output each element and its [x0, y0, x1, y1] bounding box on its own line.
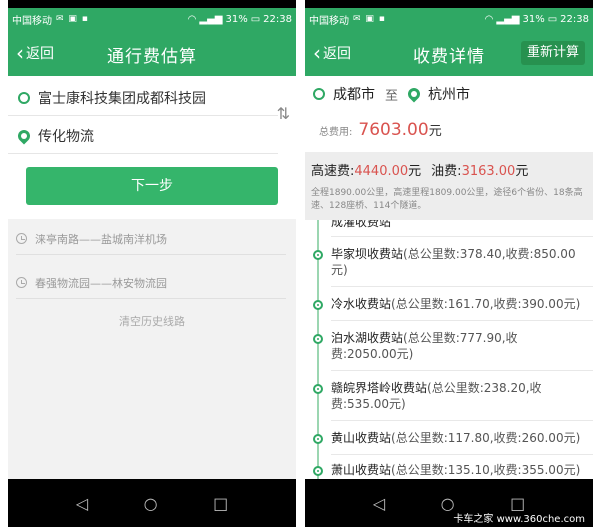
battery-icon: ▭ — [547, 13, 558, 25]
highway-label: 高速费: — [311, 164, 355, 179]
station-dot-icon — [313, 250, 323, 260]
highway-fee: 高速费:4440.00元 — [311, 160, 421, 179]
status-bar: 中国移动 ✉ ▣ ▪ ◠ ▂▄▆ 31% ▭ 22:38 — [8, 8, 296, 30]
battery-percent: 31% — [225, 13, 248, 25]
history-item-label: 春强物流园——林安物流园 — [35, 276, 167, 290]
history-list: 涞亭南路——盐城南洋机场 春强物流园——林安物流园 清空历史线路 — [8, 219, 296, 479]
nav-bar: ‹ 返回 收费详情 重新计算 — [305, 30, 593, 76]
divider — [331, 236, 593, 237]
fee-summary: 高速费:4440.00元 油费:3163.00元 全程1890.00公里，高速里… — [305, 152, 593, 220]
signal-icon: ▂▄▆ — [199, 13, 223, 25]
left-phone-screen: 中国移动 ✉ ▣ ▪ ◠ ▂▄▆ 31% ▭ 22:38 ‹ 返回 通行费估算 … — [8, 0, 296, 527]
station-detail: (总公里数:135.10,收费:355.00元) — [391, 463, 581, 477]
to-city: 杭州市 — [428, 87, 471, 103]
location-pin-icon — [405, 85, 423, 103]
recalculate-button[interactable]: 重新计算 — [520, 41, 585, 65]
divider — [331, 286, 593, 287]
station-name: 成灌收费站 — [331, 220, 392, 229]
total-fee: 总费用: 7603.00 元 — [305, 120, 593, 150]
station-dot-icon — [313, 300, 323, 310]
page-title: 通行费估算 — [107, 47, 197, 67]
toll-station-list: 成灌收费站 毕家坝收费站(总公里数:378.40,收费:850.00元) 冷水收… — [305, 220, 593, 479]
origin-ring-icon — [313, 88, 325, 100]
fee-details: 成都市 至 杭州市 总费用: 7603.00 元 高速费:4440.00元 油费… — [305, 76, 593, 479]
station-name: 毕家坝收费站 — [331, 247, 404, 261]
wifi-icon: ◠ — [187, 13, 197, 25]
signal-icon: ▂▄▆ — [496, 13, 520, 25]
station-name: 萧山收费站 — [331, 463, 392, 477]
station-item: 毕家坝收费站(总公里数:378.40,收费:850.00元) — [313, 246, 581, 278]
divider — [331, 420, 593, 421]
route-form: 富士康科技集团成都科技园 传化物流 ⇅ 下一步 涞亭南路——盐城南洋机场 春强物… — [8, 76, 296, 479]
station-item: 萧山收费站(总公里数:135.10,收费:355.00元) — [313, 462, 581, 478]
station-detail: (总公里数:161.70,收费:390.00元) — [391, 297, 581, 311]
station-name: 冷水收费站 — [331, 297, 392, 311]
history-item-label: 涞亭南路——盐城南洋机场 — [35, 232, 167, 246]
origin-field[interactable]: 富士康科技集团成都科技园 — [8, 80, 278, 116]
from-city: 成都市 — [333, 87, 375, 103]
notification-icons: ✉ ▣ ▪ — [56, 14, 89, 24]
fuel-value: 3163.00 — [461, 164, 516, 179]
back-triangle-icon[interactable]: ◁ — [373, 494, 385, 513]
clear-history-button[interactable]: 清空历史线路 — [8, 313, 296, 329]
route-summary: 成都市 至 杭州市 — [305, 76, 593, 112]
watermark: 卡车之家 www.360che.com — [453, 514, 585, 525]
station-item: 泊水湖收费站(总公里数:777.90,收费:2050.00元) — [313, 330, 581, 362]
divider — [331, 320, 593, 321]
highway-value: 4440.00 — [354, 164, 409, 179]
clock-time: 22:38 — [560, 13, 589, 25]
station-detail: (总公里数:117.80,收费:260.00元) — [391, 431, 581, 445]
back-triangle-icon[interactable]: ◁ — [76, 494, 88, 513]
station-item: 冷水收费站(总公里数:161.70,收费:390.00元) — [313, 296, 581, 312]
notification-icons: ✉ ▣ ▪ — [353, 14, 386, 24]
clock-icon — [16, 277, 27, 288]
station-dot-icon — [313, 384, 323, 394]
system-nav-bar: ◁ ○ □ — [8, 479, 296, 527]
station-dot-icon — [313, 466, 323, 476]
divider — [331, 454, 593, 455]
station-name: 泊水湖收费站 — [331, 331, 404, 345]
recent-square-icon[interactable]: □ — [213, 494, 228, 513]
battery-icon: ▭ — [250, 13, 261, 25]
clock-icon — [16, 233, 27, 244]
carrier-label: 中国移动 — [309, 15, 349, 27]
total-label: 总费用: — [319, 127, 353, 138]
station-dot-icon — [313, 334, 323, 344]
total-unit: 元 — [428, 124, 442, 139]
highway-unit: 元 — [408, 164, 422, 179]
station-item: 黄山收费站(总公里数:117.80,收费:260.00元) — [313, 430, 581, 446]
station-name: 赣皖界塔岭收费站 — [331, 381, 428, 395]
history-item[interactable]: 涞亭南路——盐城南洋机场 — [16, 223, 286, 255]
carrier-label: 中国移动 — [12, 15, 52, 27]
fuel-unit: 元 — [515, 164, 529, 179]
swap-icon[interactable]: ⇅ — [277, 104, 290, 123]
location-pin-icon — [15, 127, 33, 144]
station-dot-icon — [313, 434, 323, 444]
next-button[interactable]: 下一步 — [26, 167, 278, 205]
to-word: 至 — [385, 88, 399, 104]
right-phone-screen: 中国移动 ✉ ▣ ▪ ◠ ▂▄▆ 31% ▭ 22:38 ‹ 返回 收费详情 重… — [305, 0, 593, 527]
nav-bar: ‹ 返回 通行费估算 — [8, 30, 296, 76]
route-note: 全程1890.00公里，高速里程1809.00公里，途径6个省份、18条高速、1… — [311, 188, 583, 211]
clock-time: 22:38 — [263, 13, 292, 25]
destination-field[interactable]: 传化物流 — [8, 118, 278, 154]
destination-text: 传化物流 — [38, 128, 94, 145]
origin-text: 富士康科技集团成都科技园 — [38, 90, 206, 107]
home-circle-icon[interactable]: ○ — [144, 494, 158, 513]
history-item[interactable]: 春强物流园——林安物流园 — [16, 267, 286, 299]
wifi-icon: ◠ — [484, 13, 494, 25]
total-value: 7603.00 — [358, 120, 429, 140]
station-item: 赣皖界塔岭收费站(总公里数:238.20,收费:535.00元) — [313, 380, 581, 412]
station-name: 黄山收费站 — [331, 431, 392, 445]
divider — [331, 370, 593, 371]
battery-percent: 31% — [522, 13, 545, 25]
origin-ring-icon — [18, 91, 30, 104]
fuel-fee: 油费:3163.00元 — [431, 160, 528, 179]
status-bar: 中国移动 ✉ ▣ ▪ ◠ ▂▄▆ 31% ▭ 22:38 — [305, 8, 593, 30]
station-item: 成灌收费站 — [313, 220, 581, 230]
fuel-label: 油费: — [431, 164, 462, 179]
